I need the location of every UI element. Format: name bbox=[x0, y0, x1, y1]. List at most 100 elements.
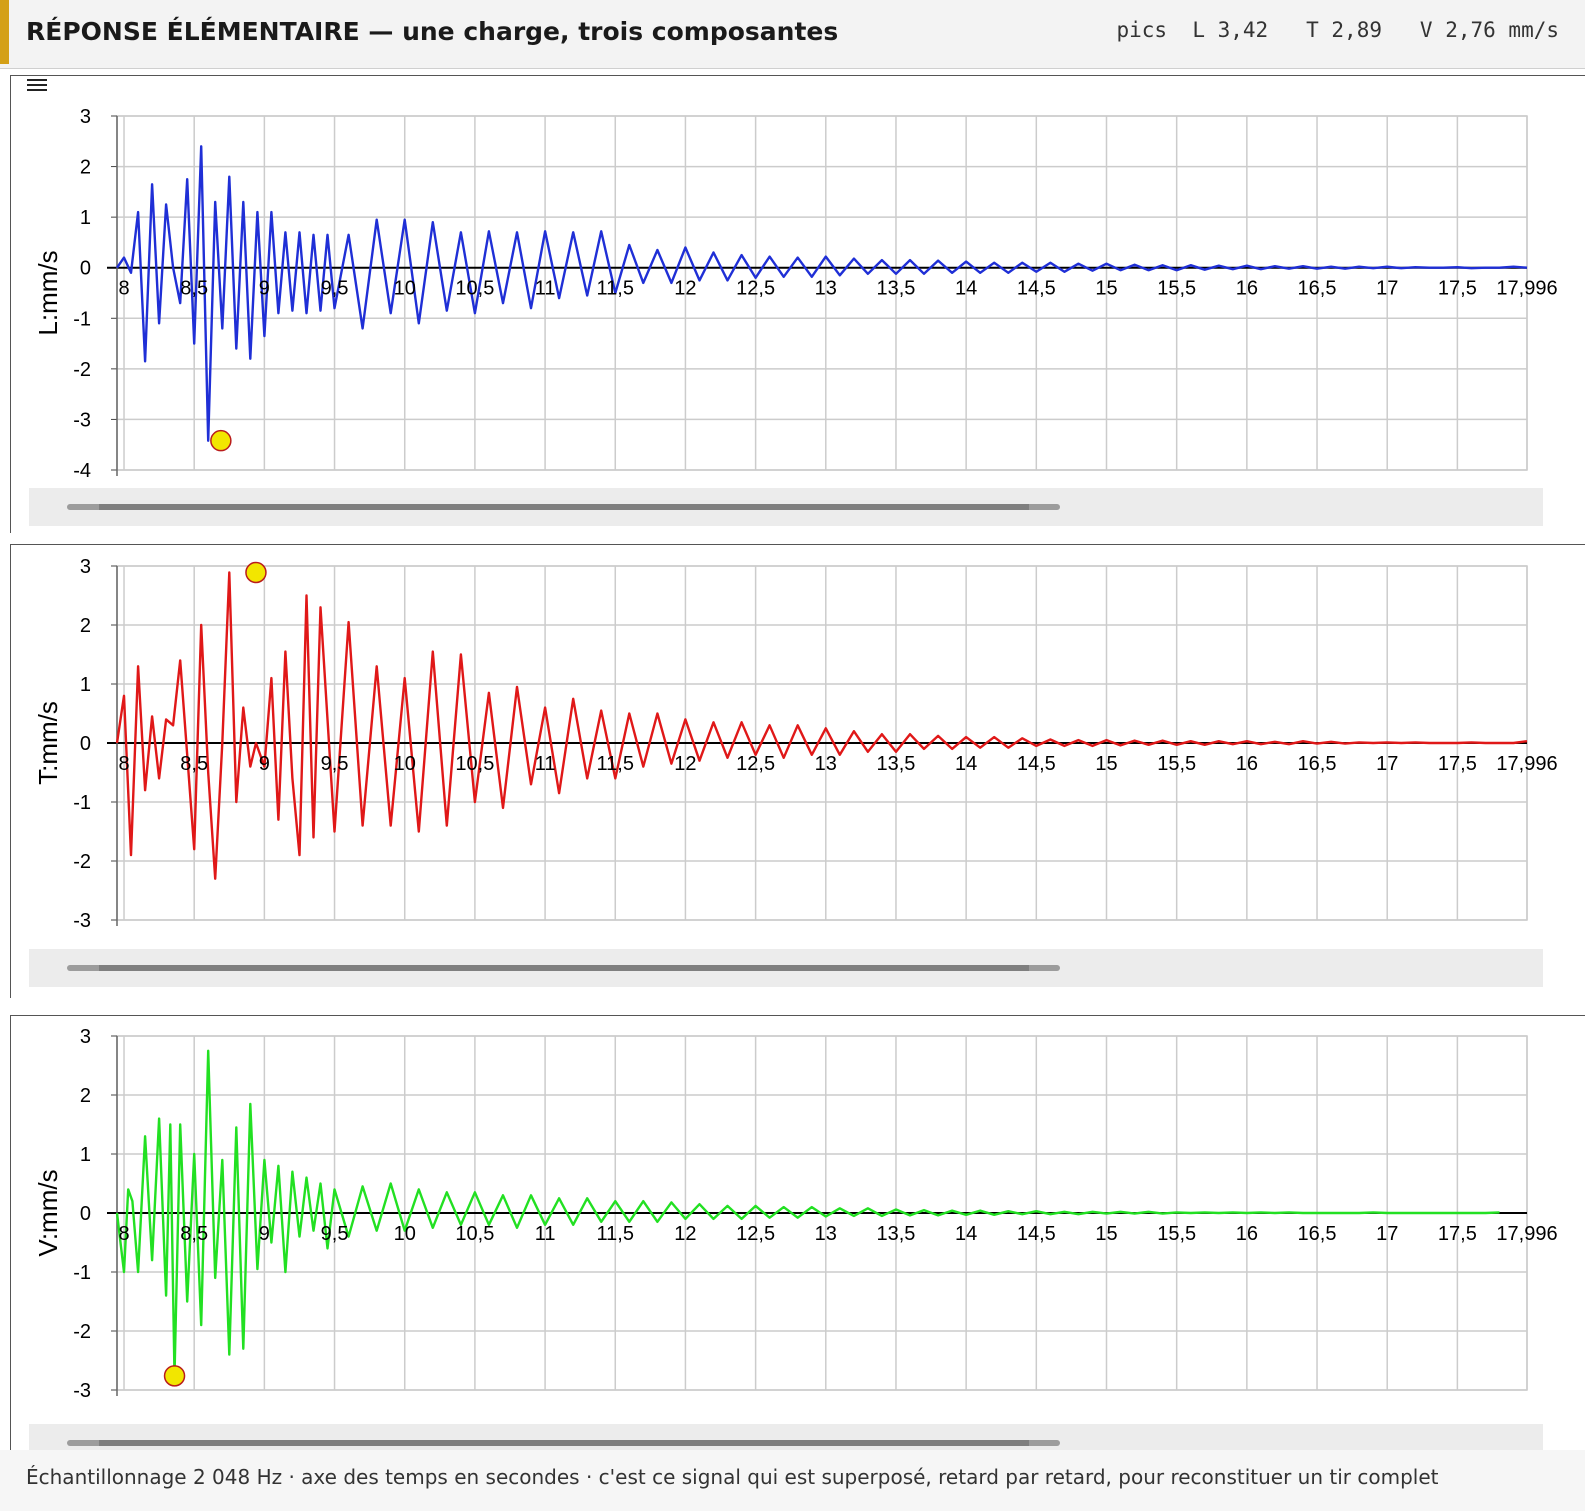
peak-marker-t bbox=[245, 561, 267, 584]
x-tick-label-v: 16 bbox=[1236, 1223, 1258, 1245]
x-tick-label-v: 10 bbox=[394, 1223, 416, 1245]
x-tick-label-v: 17 bbox=[1376, 1223, 1398, 1245]
x-tick-label-t: 15,5 bbox=[1157, 753, 1196, 775]
y-tick-label-t: 0 bbox=[80, 733, 91, 755]
y-tick-label-v: -3 bbox=[73, 1380, 91, 1402]
y-tick-label-l: 0 bbox=[80, 258, 91, 280]
chart-l: 3210-1-2-3-48 8,5 9 9,5 10 10,5 11 11,5 12 12,5 13… bbox=[33, 106, 1558, 482]
y-axis-label-v: V:mm/s bbox=[33, 1169, 63, 1256]
scroll-thumb-l[interactable] bbox=[99, 504, 1029, 510]
x-tick-label-t: 12 bbox=[674, 753, 696, 775]
y-tick-label-l: 1 bbox=[80, 207, 91, 229]
chart-t: 3210-1-2-38 8,5 9 9,5 10 10,5 11 11,5 12 12,5 13 13… bbox=[33, 556, 1558, 932]
footer-caption: Échantillonnage 2 048 Hz · axe des temps… bbox=[26, 1465, 1439, 1489]
x-tick-label-l: 16,5 bbox=[1298, 278, 1337, 300]
x-tick-label-v: 8 bbox=[118, 1223, 129, 1245]
y-tick-label-t: 3 bbox=[80, 556, 91, 578]
chart-panel-l: 3 2 1 0 -1 -2 -3 -4 8 8,5 9 9,5 10 10,5 11 11,5 12 12,5 13… bbox=[10, 75, 1585, 533]
y-tick-label-t: -3 bbox=[73, 910, 91, 932]
x-tick-label-v: 11,5 bbox=[597, 1223, 634, 1245]
footer-bar: Échantillonnage 2 048 Hz · axe des temps… bbox=[0, 1450, 1585, 1511]
scrollbar-l[interactable] bbox=[29, 488, 1543, 526]
y-axis-label-t: T:mm/s bbox=[33, 701, 63, 785]
x-tick-label-t: 9,5 bbox=[321, 753, 349, 775]
y-tick-label-v: 0 bbox=[80, 1203, 91, 1225]
x-tick-label-l: 11 bbox=[535, 278, 556, 300]
y-tick-label-l: 2 bbox=[80, 157, 91, 179]
x-tick-label-t: 17,996 bbox=[1496, 753, 1557, 775]
peak-marker-l bbox=[210, 429, 232, 452]
scrollbar-t[interactable] bbox=[29, 949, 1543, 987]
x-tick-label-v: 14,5 bbox=[1017, 1223, 1056, 1245]
chart-panel-v: 3 2 1 0 -1 -2 -3 8 8,5 9 9,5 10 10,5 11 11,5 12 12,5 13 13… bbox=[10, 1015, 1585, 1462]
x-tick-label-v: 15 bbox=[1095, 1223, 1117, 1245]
x-tick-label-v: 13,5 bbox=[876, 1223, 915, 1245]
x-tick-label-l: 14,5 bbox=[1017, 278, 1056, 300]
x-tick-label-v: 14 bbox=[955, 1223, 977, 1245]
y-tick-label-v: 1 bbox=[80, 1144, 91, 1166]
scroll-thumb-v[interactable] bbox=[99, 1440, 1029, 1446]
accent-strip bbox=[0, 0, 9, 64]
x-tick-label-t: 10,5 bbox=[455, 753, 494, 775]
x-tick-label-l: 8 bbox=[118, 278, 129, 300]
x-tick-label-t: 17 bbox=[1376, 753, 1398, 775]
x-tick-label-t: 12,5 bbox=[736, 753, 775, 775]
y-tick-label-l: -4 bbox=[73, 460, 91, 482]
x-tick-label-v: 9 bbox=[259, 1223, 270, 1245]
y-tick-label-v: -1 bbox=[73, 1262, 91, 1284]
y-axis-label-l: L:mm/s bbox=[33, 250, 63, 335]
x-tick-label-l: 10 bbox=[394, 278, 416, 300]
x-tick-label-t: 15 bbox=[1095, 753, 1117, 775]
x-tick-label-v: 15,5 bbox=[1157, 1223, 1196, 1245]
x-tick-label-v: 9,5 bbox=[321, 1223, 349, 1245]
y-tick-label-t: -2 bbox=[73, 851, 91, 873]
x-tick-label-t: 11,5 bbox=[597, 753, 634, 775]
x-tick-label-l: 12,5 bbox=[736, 278, 775, 300]
x-tick-label-t: 8 bbox=[118, 753, 129, 775]
x-tick-label-t: 13 bbox=[815, 753, 837, 775]
x-tick-label-t: 9 bbox=[259, 753, 270, 775]
y-tick-label-t: 1 bbox=[80, 674, 91, 696]
y-tick-label-v: 3 bbox=[80, 1026, 91, 1048]
x-tick-label-l: 10,5 bbox=[455, 278, 494, 300]
x-tick-label-l: 8,5 bbox=[180, 278, 208, 300]
x-tick-label-l: 9,5 bbox=[321, 278, 349, 300]
y-tick-label-l: -1 bbox=[73, 308, 91, 330]
x-tick-label-t: 14,5 bbox=[1017, 753, 1056, 775]
x-tick-label-l: 13 bbox=[815, 278, 837, 300]
x-tick-label-t: 14 bbox=[955, 753, 977, 775]
x-tick-label-t: 13,5 bbox=[876, 753, 915, 775]
x-tick-label-v: 11 bbox=[535, 1223, 556, 1245]
peak-readout: pics L 3,42 T 2,89 V 2,76 mm/s bbox=[1116, 18, 1559, 42]
x-tick-label-l: 17,996 bbox=[1496, 278, 1557, 300]
y-tick-label-l: -2 bbox=[73, 359, 91, 381]
y-tick-label-l: -3 bbox=[73, 409, 91, 431]
x-tick-label-l: 13,5 bbox=[876, 278, 915, 300]
page-title: RÉPONSE ÉLÉMENTAIRE — une charge, trois … bbox=[26, 17, 839, 46]
x-tick-label-t: 16 bbox=[1236, 753, 1258, 775]
x-tick-label-v: 17,996 bbox=[1496, 1223, 1557, 1245]
x-tick-label-l: 12 bbox=[674, 278, 696, 300]
x-tick-label-l: 14 bbox=[955, 278, 977, 300]
x-tick-label-v: 16,5 bbox=[1298, 1223, 1337, 1245]
x-tick-label-l: 17,5 bbox=[1438, 278, 1477, 300]
header-bar: RÉPONSE ÉLÉMENTAIRE — une charge, trois … bbox=[0, 0, 1585, 69]
chart-v: 3210-1-2-38 8,5 9 9,5 10 10,5 11 11,5 12 12,5 13 13… bbox=[33, 1026, 1558, 1402]
x-tick-label-l: 15,5 bbox=[1157, 278, 1196, 300]
x-tick-label-v: 17,5 bbox=[1438, 1223, 1477, 1245]
x-tick-label-v: 13 bbox=[815, 1223, 837, 1245]
x-tick-label-v: 10,5 bbox=[455, 1223, 494, 1245]
x-tick-label-v: 12 bbox=[674, 1223, 696, 1245]
y-tick-label-t: 2 bbox=[80, 615, 91, 637]
x-tick-label-v: 8,5 bbox=[180, 1223, 208, 1245]
peak-marker-v bbox=[163, 1365, 186, 1387]
x-tick-label-t: 16,5 bbox=[1298, 753, 1337, 775]
scroll-thumb-t[interactable] bbox=[99, 965, 1029, 971]
x-tick-label-l: 11,5 bbox=[597, 278, 634, 300]
x-tick-label-l: 17 bbox=[1376, 278, 1398, 300]
x-tick-label-l: 16 bbox=[1236, 278, 1258, 300]
x-tick-label-t: 8,5 bbox=[180, 753, 208, 775]
y-tick-label-v: -2 bbox=[73, 1321, 91, 1343]
x-tick-label-t: 17,5 bbox=[1438, 753, 1477, 775]
x-tick-label-v: 12,5 bbox=[736, 1223, 775, 1245]
